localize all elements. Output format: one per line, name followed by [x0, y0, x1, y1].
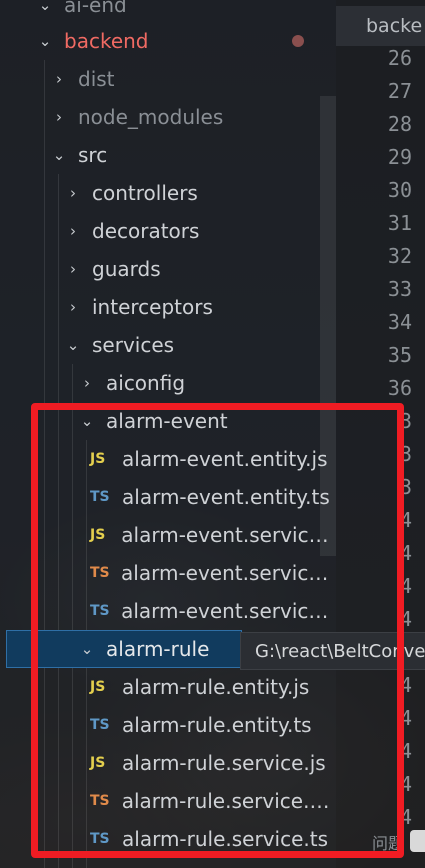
line-number: 4	[399, 739, 412, 763]
js-file-icon: JS	[90, 451, 106, 467]
js-file-icon: JS	[90, 755, 106, 771]
tree-item-guards[interactable]: › guards	[0, 250, 336, 288]
line-number: 4	[399, 574, 412, 598]
file-item[interactable]: JS alarm-rule.service.js	[0, 744, 336, 782]
ts-file-icon: TS	[90, 717, 110, 733]
tree-item-decorators[interactable]: › decorators	[0, 212, 336, 250]
chevron-down-icon: ⌄	[38, 32, 52, 50]
modified-dot-icon	[292, 35, 304, 47]
line-number: 32	[387, 244, 412, 268]
tree-item-aiconfig[interactable]: › aiconfig	[0, 364, 336, 402]
line-number: 4	[399, 607, 412, 631]
tree-item-alarm-event[interactable]: ⌄ alarm-event	[0, 402, 336, 440]
tree-item-src[interactable]: ⌄ src	[0, 136, 336, 174]
line-number: 27	[387, 79, 412, 103]
editor-tab[interactable]: backe	[336, 6, 425, 46]
file-item[interactable]: JS alarm-event.service.js	[0, 516, 336, 554]
chevron-down-icon: ⌄	[52, 146, 66, 164]
ts-file-icon: TS	[90, 603, 110, 619]
file-item[interactable]: TS alarm-rule.service.s...	[0, 782, 336, 820]
chevron-down-icon: ⌄	[38, 0, 52, 14]
chevron-right-icon: ›	[70, 298, 76, 316]
line-number: 3	[399, 442, 412, 466]
chevron-right-icon: ›	[56, 108, 62, 126]
file-item[interactable]: TS alarm-event.entity.ts	[0, 478, 336, 516]
file-item[interactable]: TS alarm-rule.entity.ts	[0, 706, 336, 744]
tree-item-interceptors[interactable]: › interceptors	[0, 288, 336, 326]
line-number: 28	[387, 112, 412, 136]
line-number: 4	[399, 706, 412, 730]
ts-file-icon: TS	[90, 831, 110, 847]
tree-item-dist[interactable]: › dist	[0, 60, 336, 98]
line-number: 4	[399, 772, 412, 796]
ts-file-icon: TS	[90, 489, 110, 505]
chevron-right-icon: ›	[70, 260, 76, 278]
chevron-right-icon: ›	[56, 70, 62, 88]
chevron-right-icon: ›	[70, 184, 76, 202]
line-number: 33	[387, 277, 412, 301]
ts-file-icon: TS	[90, 565, 110, 581]
js-file-icon: JS	[90, 679, 106, 695]
tree-item-alarm-rule[interactable]: ⌄ alarm-rule	[6, 630, 242, 668]
tree-item-node-modules[interactable]: › node_modules	[0, 98, 336, 136]
line-number: 4	[399, 673, 412, 697]
js-file-icon: JS	[90, 527, 106, 543]
file-item[interactable]: JS alarm-rule.entity.js	[0, 668, 336, 706]
tree-item-ai-end[interactable]: ⌄ ai-end	[0, 0, 336, 24]
chevron-right-icon: ›	[84, 374, 90, 392]
tree-item-controllers[interactable]: › controllers	[0, 174, 336, 212]
line-number: 36	[387, 376, 412, 400]
problems-status-label[interactable]: 问题	[372, 830, 404, 854]
tree-item-backend[interactable]: ⌄ backend	[0, 22, 336, 60]
chevron-down-icon: ⌄	[80, 412, 94, 430]
line-number: 4	[399, 541, 412, 565]
tree-item-services[interactable]: ⌄ services	[0, 326, 336, 364]
line-number: 31	[387, 211, 412, 235]
chevron-down-icon: ⌄	[80, 640, 94, 658]
chevron-right-icon: ›	[70, 222, 76, 240]
file-item[interactable]: JS alarm-event.entity.js	[0, 440, 336, 478]
status-indicator	[410, 830, 425, 852]
file-item[interactable]: TS alarm-event.service.ts	[0, 592, 336, 630]
file-item[interactable]: TS alarm-event.service....	[0, 554, 336, 592]
file-explorer: ⌄ ai-end ⌄ backend › dist › node_modules…	[0, 0, 336, 868]
line-number: 4	[399, 805, 412, 829]
ts-file-icon: TS	[90, 793, 110, 809]
line-number: 4	[399, 508, 412, 532]
line-number: 29	[387, 145, 412, 169]
line-number: 34	[387, 310, 412, 334]
chevron-down-icon: ⌄	[66, 336, 80, 354]
line-number: 3	[399, 409, 412, 433]
line-number: 3	[399, 475, 412, 499]
line-number: 26	[387, 46, 412, 70]
line-number: 35	[387, 343, 412, 367]
line-number: 30	[387, 178, 412, 202]
file-item[interactable]: TS alarm-rule.service.ts	[0, 820, 336, 858]
path-tooltip: G:\react\BeltConve	[240, 632, 425, 670]
